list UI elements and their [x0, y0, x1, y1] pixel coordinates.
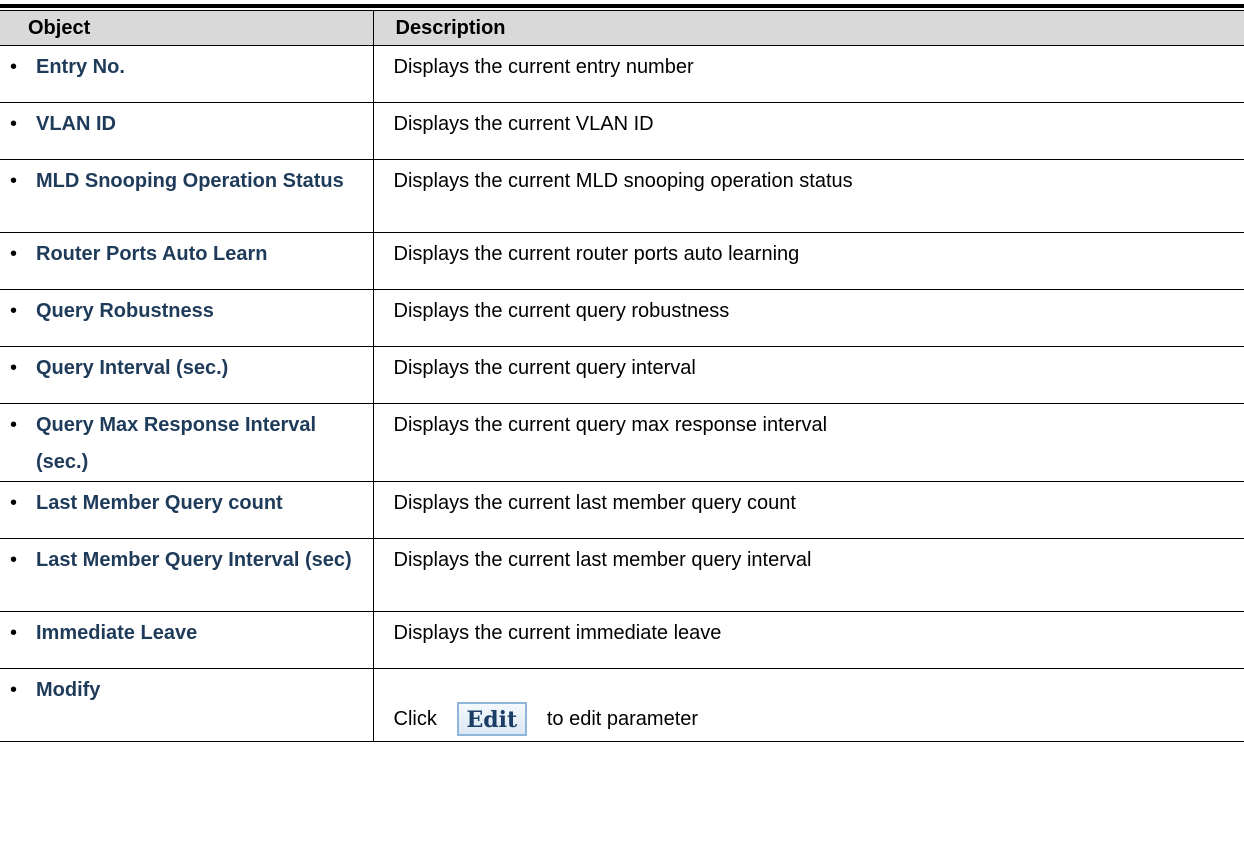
object-label: VLAN ID — [36, 113, 116, 135]
object-label: Last Member Query Interval (sec) — [36, 549, 352, 571]
header-object: Object — [0, 11, 373, 46]
description-text: Displays the current router ports auto l… — [393, 243, 800, 265]
table-row: • Query Max Response Interval (sec.) Disp… — [0, 403, 1244, 482]
table-row: • Query Interval (sec.) Displays the curr… — [0, 346, 1244, 404]
description-text: Displays the current query interval — [393, 357, 696, 379]
click-text: Click — [393, 708, 437, 730]
table-row: • Immediate Leave Displays the current im… — [0, 611, 1244, 669]
table-row: • VLAN ID Displays the current VLAN ID — [0, 102, 1244, 160]
object-description-table: Object Description • Entry No. Displays t… — [0, 11, 1244, 742]
bullet-icon: • — [10, 113, 18, 135]
table-row: • Entry No. Displays the current entry nu… — [0, 45, 1244, 103]
object-label: Entry No. — [36, 56, 125, 78]
bullet-icon: • — [10, 622, 18, 644]
object-label: Modify — [36, 679, 101, 701]
object-label: Last Member Query count — [36, 492, 283, 514]
object-label: Router Ports Auto Learn — [36, 243, 268, 265]
object-label: MLD Snooping Operation Status — [36, 170, 344, 192]
table-row: • Router Ports Auto Learn Displays the cu… — [0, 232, 1244, 290]
table-row: • Last Member Query count Displays the cu… — [0, 481, 1244, 539]
table-header-row: Object Description — [0, 11, 1244, 46]
description-text: Displays the current last member query c… — [393, 492, 796, 514]
description-text: Displays the current immediate leave — [393, 622, 722, 644]
description-text: Displays the current query max response … — [393, 414, 828, 436]
bullet-icon: • — [10, 357, 18, 379]
object-label: Query Max Response Interval (sec.) — [36, 414, 317, 473]
bullet-icon: • — [10, 170, 18, 192]
bullet-icon: • — [10, 679, 18, 701]
description-text: Displays the current last member query i… — [393, 549, 812, 571]
bullet-icon: • — [10, 300, 18, 322]
bullet-icon: • — [10, 414, 18, 436]
object-label: Query Robustness — [36, 300, 214, 322]
edit-button[interactable]: Edit — [456, 702, 527, 736]
header-description: Description — [372, 11, 1244, 46]
table-row: • MLD Snooping Operation Status Displays … — [0, 159, 1244, 233]
bullet-icon: • — [10, 492, 18, 514]
description-text: Displays the current VLAN ID — [393, 113, 654, 135]
description-text: Displays the current query robustness — [393, 300, 730, 322]
description-text: Displays the current MLD snooping operat… — [393, 170, 853, 192]
table-row: • Query Robustness Displays the current q… — [0, 289, 1244, 347]
object-label: Immediate Leave — [36, 622, 198, 644]
bullet-icon: • — [10, 549, 18, 571]
description-text: Displays the current entry number — [393, 56, 694, 78]
edit-suffix-text: to edit parameter — [546, 708, 699, 730]
table-row: • Modify Click Edit to edit parameter — [0, 668, 1244, 742]
bullet-icon: • — [10, 56, 18, 78]
object-label: Query Interval (sec.) — [36, 357, 229, 379]
top-rule — [0, 4, 1244, 8]
modify-description: Click Edit to edit parameter — [374, 669, 1244, 739]
table-row: • Last Member Query Interval (sec) Displa… — [0, 538, 1244, 612]
bullet-icon: • — [10, 243, 18, 265]
